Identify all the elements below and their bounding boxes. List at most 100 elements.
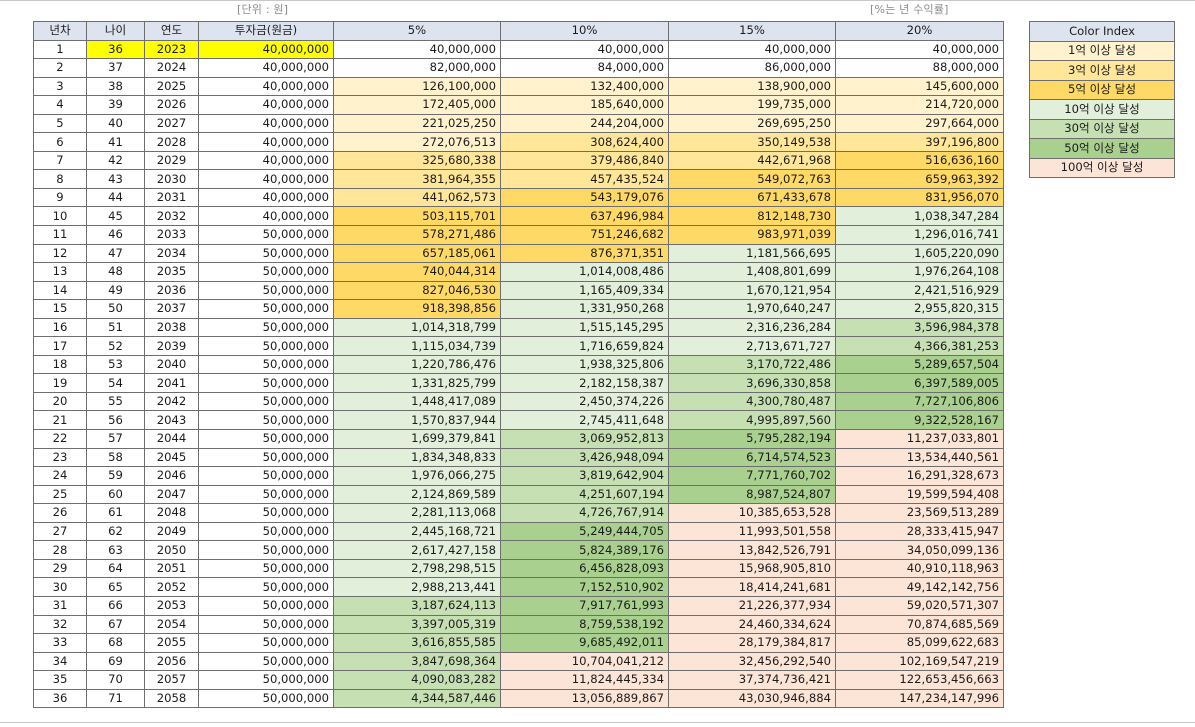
cell-year-num: 1 [33,39,87,60]
cell-year: 2049 [144,521,199,542]
cell-rate-15: 1,408,801,699 [668,262,836,282]
cell-rate-20: 6,397,589,005 [835,373,1004,393]
cell-principal: 50,000,000 [198,466,334,486]
legend-item: 30억 이상 달성 [1029,118,1175,139]
table-row: 25 60 2047 50,000,000 2,124,869,589 4,251,607… [33,484,1004,505]
cell-age: 45 [86,206,145,227]
cell-year-num: 33 [33,633,87,653]
cell-rate-20: 2,421,516,929 [835,280,1004,301]
table-row: 29 64 2051 50,000,000 2,798,298,515 6,456,828… [33,558,1004,579]
cell-age: 56 [86,410,145,431]
cell-rate-20: 7,727,106,806 [835,391,1004,412]
cell-year: 2038 [144,317,199,338]
cell-rate-10: 751,246,682 [500,225,669,245]
cell-rate-5: 1,220,786,476 [333,354,501,375]
cell-year-num: 4 [33,95,87,115]
cell-year-num: 16 [33,317,87,338]
table-row: 24 59 2046 50,000,000 1,976,066,275 3,819,642… [33,466,1004,486]
cell-principal: 50,000,000 [198,503,334,523]
cell-rate-20: 19,599,594,408 [835,484,1004,505]
cell-rate-20: 1,605,220,090 [835,243,1004,264]
cell-principal: 50,000,000 [198,299,334,319]
cell-rate-10: 2,182,158,387 [500,373,669,393]
legend-item: 5억 이상 달성 [1029,79,1175,100]
cell-rate-5: 2,445,168,721 [333,521,501,542]
cell-rate-15: 10,385,653,528 [668,503,836,523]
cell-rate-20: 11,237,033,801 [835,429,1004,449]
cell-principal: 40,000,000 [198,58,334,78]
cell-age: 36 [86,39,145,60]
cell-rate-10: 5,824,389,176 [500,540,669,560]
cell-rate-10: 244,204,000 [500,113,669,134]
cell-year: 2053 [144,595,199,616]
table-row: 1 36 2023 40,000,000 40,000,000 40,000,000 40,… [33,39,1004,60]
cell-principal: 50,000,000 [198,317,334,338]
cell-year-num: 32 [33,614,87,635]
cell-rate-15: 24,460,334,624 [668,614,836,635]
table-row: 32 67 2054 50,000,000 3,397,005,319 8,759,538… [33,614,1004,635]
cell-year: 2055 [144,633,199,653]
cell-rate-15: 2,316,236,284 [668,317,836,338]
cell-rate-10: 4,726,767,914 [500,503,669,523]
cell-rate-15: 18,414,241,681 [668,577,836,597]
cell-year: 2041 [144,373,199,393]
table-row: 3 38 2025 40,000,000 126,100,000 132,400,000 1… [33,76,1004,97]
table-row: 26 61 2048 50,000,000 2,281,113,068 4,726,767… [33,503,1004,523]
cell-age: 60 [86,484,145,505]
table-row: 8 43 2030 40,000,000 381,964,355 457,435,524 5… [33,169,1004,189]
cell-age: 62 [86,521,145,542]
cell-year: 2033 [144,225,199,245]
cell-year-num: 36 [33,688,87,709]
top-border [0,0,1195,1]
cell-principal: 40,000,000 [198,150,334,171]
cell-rate-5: 1,014,318,799 [333,317,501,338]
cell-rate-15: 3,696,330,858 [668,373,836,393]
table-row: 33 68 2055 50,000,000 3,616,855,585 9,685,492… [33,633,1004,653]
table-row: 34 69 2056 50,000,000 3,847,698,364 10,704,04… [33,651,1004,672]
cell-rate-20: 13,534,440,561 [835,447,1004,468]
table-row: 14 49 2036 50,000,000 827,046,530 1,165,409,3… [33,280,1004,301]
cell-rate-5: 3,187,624,113 [333,595,501,616]
cell-age: 43 [86,169,145,189]
legend-title: Color Index [1029,21,1175,42]
cell-year-num: 19 [33,373,87,393]
cell-principal: 40,000,000 [198,95,334,115]
cell-rate-20: 297,664,000 [835,113,1004,134]
table-row: 15 50 2037 50,000,000 918,398,856 1,331,950,2… [33,299,1004,319]
cell-year-num: 2 [33,58,87,78]
cell-year: 2030 [144,169,199,189]
cell-rate-15: 4,300,780,487 [668,391,836,412]
cell-age: 54 [86,373,145,393]
table-row: 27 62 2049 50,000,000 2,445,168,721 5,249,444… [33,521,1004,542]
table-row: 5 40 2027 40,000,000 221,025,250 244,204,000 2… [33,113,1004,134]
cell-rate-10: 13,056,889,867 [500,688,669,709]
cell-year: 2045 [144,447,199,468]
cell-principal: 50,000,000 [198,614,334,635]
cell-rate-10: 1,515,145,295 [500,317,669,338]
table-row: 36 71 2058 50,000,000 4,344,587,446 13,056,88… [33,688,1004,709]
cell-rate-20: 28,333,415,947 [835,521,1004,542]
cell-rate-15: 983,971,039 [668,225,836,245]
cell-rate-20: 34,050,099,136 [835,540,1004,560]
cell-principal: 50,000,000 [198,521,334,542]
cell-rate-20: 831,956,070 [835,187,1004,208]
table-row: 16 51 2038 50,000,000 1,014,318,799 1,515,145… [33,317,1004,338]
cell-age: 70 [86,670,145,690]
cell-year: 2058 [144,688,199,709]
cell-rate-5: 325,680,338 [333,150,501,171]
table-row: 18 53 2040 50,000,000 1,220,786,476 1,938,325… [33,354,1004,375]
cell-age: 68 [86,633,145,653]
cell-year-num: 11 [33,225,87,245]
cell-rate-10: 3,819,642,904 [500,466,669,486]
cell-year-num: 26 [33,503,87,523]
cell-principal: 50,000,000 [198,373,334,393]
table-row: 12 47 2034 50,000,000 657,185,061 876,371,351… [33,243,1004,264]
cell-age: 46 [86,225,145,245]
cell-rate-10: 5,249,444,705 [500,521,669,542]
cell-rate-20: 70,874,685,569 [835,614,1004,635]
cell-age: 38 [86,76,145,97]
cell-rate-5: 1,570,837,944 [333,410,501,431]
cell-year: 2048 [144,503,199,523]
col-header-rate-5: 5% [333,21,501,41]
cell-year: 2057 [144,670,199,690]
